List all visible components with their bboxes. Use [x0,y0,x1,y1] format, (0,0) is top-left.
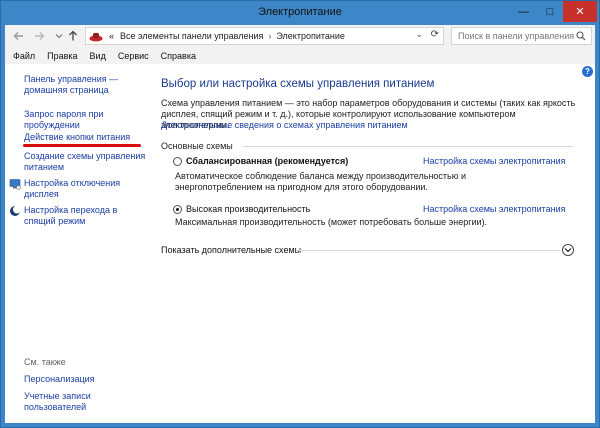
forward-button[interactable] [31,28,47,44]
maximize-button[interactable]: □ [537,1,563,22]
see-also-heading: См. также [24,357,66,367]
show-more-plans-label[interactable]: Показать дополнительные схемы [161,245,301,255]
main-panel: Выбор или настройка схемы управления пит… [161,64,591,423]
control-panel-icon [89,30,105,42]
window: Электропитание — □ ✕ « Все элементы пане… [0,0,600,428]
search-icon[interactable] [576,31,586,41]
title-bar[interactable]: Электропитание — □ ✕ [1,1,599,25]
menu-view[interactable]: Вид [90,51,106,61]
breadcrumb-power-options[interactable]: Электропитание [276,31,345,41]
refresh-button[interactable]: ⟳ [431,29,439,40]
content-pane: Панель управления — домашняя страница За… [5,64,595,423]
menu-tools[interactable]: Сервис [118,51,149,61]
sidebar-item-power-button[interactable]: Действие кнопки питания [24,132,146,143]
sidebar-item-sleep[interactable]: Настройка перехода в спящий режим [24,205,146,227]
section-label-plans: Основные схемы [161,141,233,151]
sidebar-item-home[interactable]: Панель управления — домашняя страница [24,74,146,96]
sidebar-item-display-off[interactable]: Настройка отключения дисплея [24,178,146,200]
plan-high-performance-settings-link[interactable]: Настройка схемы электропитания [423,204,566,214]
address-field[interactable]: « Все элементы панели управления › Элект… [85,27,444,45]
breadcrumb-separator[interactable]: › [268,31,271,41]
path-overflow[interactable]: « [109,31,114,41]
breadcrumb-all-items[interactable]: Все элементы панели управления [120,31,263,41]
sidebar: Панель управления — домашняя страница За… [5,64,149,423]
sidebar-item-user-accounts[interactable]: Учетные записи пользователей [24,391,146,413]
plan-balanced-radio[interactable] [173,157,182,166]
plan-balanced-description: Автоматическое соблюдение баланса между … [175,171,467,192]
arrow-left-icon [13,32,23,40]
chevron-down-icon [564,248,572,253]
search-input[interactable]: Поиск в панели управления [451,27,592,45]
search-placeholder: Поиск в панели управления [458,31,575,41]
section-divider [243,146,573,147]
display-icon [9,179,21,190]
moon-icon [10,205,21,216]
sidebar-item-personalization[interactable]: Персонализация [24,374,146,385]
plan-balanced-settings-link[interactable]: Настройка схемы электропитания [423,156,566,166]
menu-bar: Файл Правка Вид Сервис Справка [5,47,595,64]
up-button[interactable] [65,28,81,44]
menu-help[interactable]: Справка [161,51,196,61]
minimize-button[interactable]: — [510,1,537,22]
address-toolbar: « Все элементы панели управления › Элект… [5,25,595,47]
chevron-down-icon [55,34,63,39]
annotation-underline [23,144,141,147]
plan-balanced-name[interactable]: Сбалансированная (рекомендуется) [186,156,348,166]
more-plans-divider [296,250,560,251]
menu-edit[interactable]: Правка [47,51,77,61]
sidebar-item-create-plan[interactable]: Создание схемы управления питанием [24,151,146,173]
arrow-right-icon [35,32,45,40]
menu-file[interactable]: Файл [13,51,35,61]
plan-high-performance-description: Максимальная производительность (может п… [175,217,488,227]
learn-more-link[interactable]: Дополнительные сведения о схемах управле… [161,120,408,130]
close-button[interactable]: ✕ [563,1,597,22]
expand-button[interactable] [562,244,574,256]
plan-high-performance-radio[interactable] [173,205,182,214]
address-dropdown[interactable]: ⌄ [415,29,423,40]
back-button[interactable] [11,28,27,44]
page-title: Выбор или настройка схемы управления пит… [161,78,435,90]
sidebar-item-wake-password[interactable]: Запрос пароля при пробуждении [24,109,146,131]
plan-high-performance-name[interactable]: Высокая производительность [186,204,310,214]
arrow-up-icon [69,30,77,41]
